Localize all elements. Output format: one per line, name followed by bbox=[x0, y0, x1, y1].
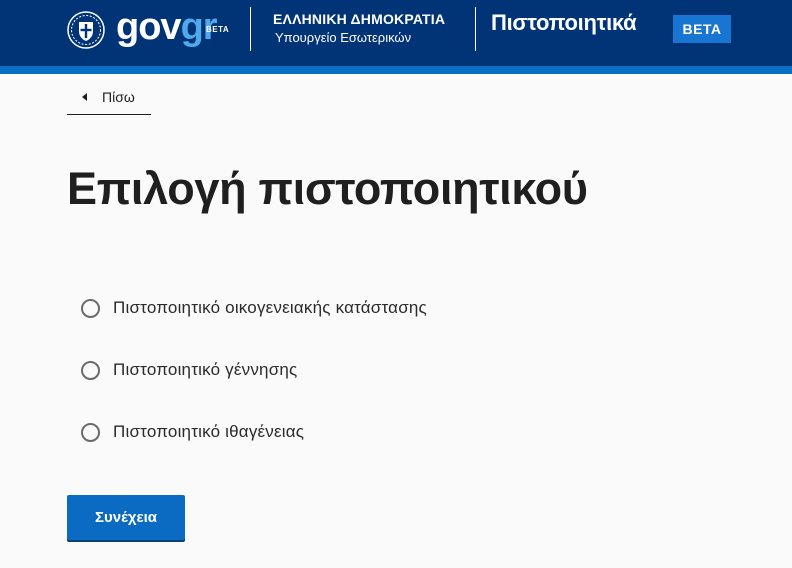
radio-label[interactable]: Πιστοποιητικό γέννησης bbox=[113, 360, 297, 380]
logo-gov-text: gov bbox=[116, 6, 182, 48]
radio-label[interactable]: Πιστοποιητικό οικογενειακής κατάστασης bbox=[113, 298, 427, 318]
service-beta-badge: BETA bbox=[673, 15, 731, 43]
header-divider bbox=[475, 7, 476, 51]
header-divider bbox=[250, 7, 251, 51]
chevron-left-icon bbox=[82, 93, 87, 101]
continue-button[interactable]: Συνέχεια bbox=[67, 495, 185, 540]
govgr-logo[interactable]: gov gr bbox=[116, 5, 218, 49]
radio-option-family-status[interactable]: Πιστοποιητικό οικογενειακής κατάστασης bbox=[81, 295, 427, 321]
greek-emblem-icon bbox=[67, 11, 105, 49]
radio-option-birth[interactable]: Πιστοποιητικό γέννησης bbox=[81, 357, 297, 383]
back-label: Πίσω bbox=[102, 89, 135, 105]
page-title: Επιλογή πιστοποιητικού bbox=[67, 163, 588, 214]
logo-beta-tag: BETA bbox=[206, 25, 230, 34]
radio-label[interactable]: Πιστοποιητικό ιθαγένειας bbox=[113, 422, 304, 442]
radio-option-citizenship[interactable]: Πιστοποιητικό ιθαγένειας bbox=[81, 419, 304, 445]
ministry-title: ΕΛΛΗΝΙΚΗ ΔΗΜΟΚΡΑΤΙΑ bbox=[273, 11, 446, 27]
radio-button[interactable] bbox=[81, 360, 100, 380]
ministry-subtitle: Υπουργείο Εσωτερικών bbox=[275, 30, 412, 45]
site-header: gov gr BETA ΕΛΛΗΝΙΚΗ ΔΗΜΟΚΡΑΤΙΑ Υπουργεί… bbox=[0, 0, 792, 66]
header-stripe bbox=[0, 66, 792, 74]
back-link[interactable]: Πίσω bbox=[67, 80, 151, 115]
radio-button[interactable] bbox=[81, 298, 100, 318]
radio-button[interactable] bbox=[81, 422, 100, 442]
service-title[interactable]: Πιστοποιητικά bbox=[491, 10, 637, 36]
